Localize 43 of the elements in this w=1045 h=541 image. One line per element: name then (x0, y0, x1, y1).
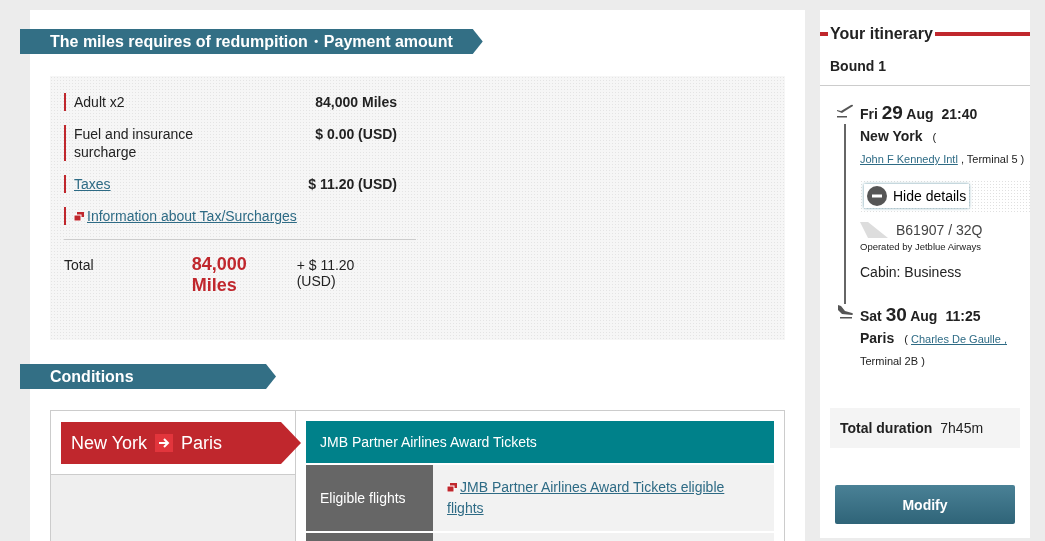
fee-amount: $ 0.00 (USD) (315, 125, 397, 144)
fee-amount: $ 11.20 (USD) (308, 175, 397, 193)
weekday: Sat (860, 308, 882, 324)
time: 21:40 (941, 106, 978, 122)
hide-details-button[interactable]: Hide details (864, 184, 970, 208)
condition-label: Eligible flights (306, 465, 433, 531)
taxes-link[interactable]: Taxes (74, 175, 111, 193)
location-text: Paris ( Charles De Gaulle , Terminal 2B ) (860, 329, 1008, 369)
day: 29 (881, 102, 903, 123)
fee-label: Fuel and insurance surcharge (74, 125, 195, 161)
tail-fin-icon (860, 222, 888, 238)
fare-header: JMB Partner Airlines Award Tickets (306, 421, 774, 463)
takeoff-icon (836, 102, 854, 118)
modify-button[interactable]: Modify (835, 485, 1015, 524)
section-header: The miles requires of redumpition・Payment amount (20, 29, 483, 54)
tax-info-link[interactable]: Information about Tax/Surcharges (87, 207, 297, 225)
weekday: Fri (860, 106, 878, 122)
bound-label: Bound 1 (820, 43, 1030, 86)
location-text: New York ( John F Kennedy Intl , Terminal 5 ) (860, 127, 1026, 167)
month: Aug (910, 308, 938, 324)
origin-city: New York (71, 432, 148, 454)
flight-number: B61907 / 32Q (896, 222, 983, 238)
info-icon (447, 483, 457, 492)
day: 30 (885, 304, 907, 325)
total-label: Total (64, 257, 95, 273)
airport-link[interactable]: John F Kennedy Intl (860, 153, 958, 165)
minus-icon (867, 186, 887, 206)
operator-text: Operated by Jetblue Airways (860, 241, 982, 252)
total-miles: 84,000 Miles (191, 254, 248, 296)
total-cash: + $ 11.20 (USD) (296, 257, 356, 289)
info-icon (74, 211, 84, 221)
section-header: Conditions (20, 364, 276, 389)
fee-amount: 84,000 Miles (315, 93, 397, 111)
landing-icon (836, 304, 854, 320)
cabin-class: Cabin: Business (860, 264, 963, 282)
duration-label: Total duration (840, 420, 933, 436)
month: Aug (906, 106, 934, 122)
duration-value: 7h45m (940, 420, 984, 436)
airport-link[interactable]: Charles De Gaulle , (911, 333, 1007, 345)
itinerary-title: Your itinerary (829, 25, 934, 43)
destination-city: Paris (181, 432, 223, 454)
fee-label: Adult x2 (74, 93, 126, 111)
time: 11:25 (945, 308, 981, 324)
